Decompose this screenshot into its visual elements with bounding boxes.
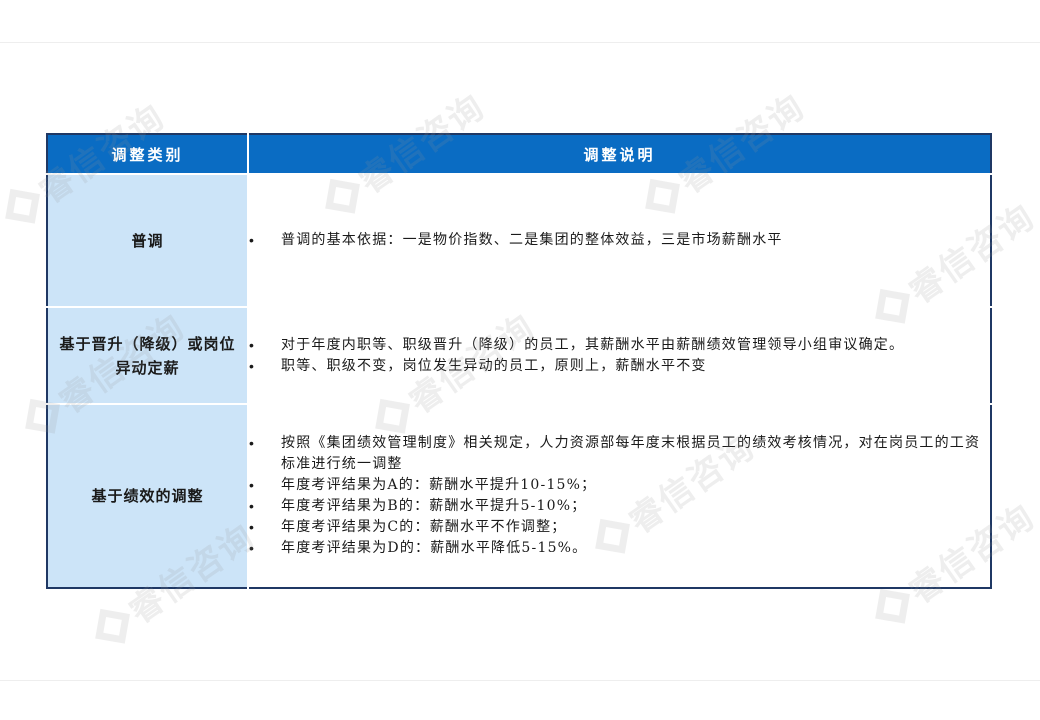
list-item: • 年度考评结果为D的：薪酬水平降低5-15%。 (249, 538, 990, 559)
category-label: 普调 (131, 231, 164, 250)
description-cell: • 按照《集团绩效管理制度》相关规定，人力资源部每年度末根据员工的绩效考核情况，对… (248, 404, 991, 588)
watermark-logo-icon (94, 608, 130, 644)
description-cell: • 对于年度内职等、职级晋升（降级）的员工，其薪酬水平由薪酬绩效管理领导小组审议确… (248, 307, 991, 405)
bullet-list: • 按照《集团绩效管理制度》相关规定，人力资源部每年度末根据员工的绩效考核情况，对… (249, 433, 990, 559)
bullet-icon: • (249, 477, 256, 493)
list-item-text: 普调的基本依据：一是物价指数、二是集团的整体效益，三是市场薪酬水平 (281, 232, 783, 248)
category-label: 基于绩效的调整 (91, 487, 204, 505)
table-row: 基于晋升（降级）或岗位异动定薪 • 对于年度内职等、职级晋升（降级）的员工，其薪酬… (47, 307, 991, 405)
list-item-text: 年度考评结果为C的：薪酬水平不作调整； (281, 519, 567, 535)
bullet-list: • 普调的基本依据：一是物价指数、二是集团的整体效益，三是市场薪酬水平 (249, 230, 990, 251)
list-item: • 职等、职级不变，岗位发生异动的员工，原则上，薪酬水平不变 (249, 356, 990, 377)
list-item-text: 年度考评结果为B的：薪酬水平提升5-10%； (281, 498, 587, 514)
list-item: • 按照《集团绩效管理制度》相关规定，人力资源部每年度末根据员工的绩效考核情况，对… (249, 433, 990, 475)
salary-adjustment-table: 调整类别 调整说明 普调 • 普调的基本依据：一是物价指数、二是集团的整体效益，三… (46, 133, 992, 589)
list-item-text: 年度考评结果为D的：薪酬水平降低5-15%。 (281, 540, 588, 556)
list-item: • 年度考评结果为C的：薪酬水平不作调整； (249, 517, 990, 538)
category-cell: 基于晋升（降级）或岗位异动定薪 (47, 307, 249, 405)
list-item-text: 职等、职级不变，岗位发生异动的员工，原则上，薪酬水平不变 (281, 357, 707, 374)
table-row: 基于绩效的调整 • 按照《集团绩效管理制度》相关规定，人力资源部每年度末根据员工的… (47, 404, 991, 588)
list-item: • 年度考评结果为B的：薪酬水平提升5-10%； (249, 496, 990, 517)
watermark-logo-icon (4, 188, 40, 224)
bullet-icon: • (249, 357, 256, 374)
list-item-text: 对于年度内职等、职级晋升（降级）的员工，其薪酬水平由薪酬绩效管理领导小组审议确定… (281, 336, 905, 353)
bullet-list: • 对于年度内职等、职级晋升（降级）的员工，其薪酬水平由薪酬绩效管理领导小组审议确… (249, 335, 990, 377)
bullet-icon: • (249, 540, 256, 556)
header-category: 调整类别 (47, 134, 249, 175)
bottom-divider (0, 680, 1040, 681)
list-item: • 普调的基本依据：一是物价指数、二是集团的整体效益，三是市场薪酬水平 (249, 230, 990, 251)
header-description: 调整说明 (248, 134, 991, 175)
bullet-icon: • (249, 498, 256, 514)
list-item: • 年度考评结果为A的：薪酬水平提升10-15%； (249, 475, 990, 496)
bullet-icon: • (249, 435, 256, 451)
bullet-icon: • (249, 336, 256, 353)
category-cell: 普调 (47, 174, 249, 308)
table-row: 普调 • 普调的基本依据：一是物价指数、二是集团的整体效益，三是市场薪酬水平 (47, 174, 991, 308)
watermark-logo-icon (874, 588, 910, 624)
bullet-icon: • (249, 519, 256, 535)
list-item-text: 按照《集团绩效管理制度》相关规定，人力资源部每年度末根据员工的绩效考核情况，对在… (281, 435, 981, 472)
table-header-row: 调整类别 调整说明 (47, 134, 991, 175)
description-cell: • 普调的基本依据：一是物价指数、二是集团的整体效益，三是市场薪酬水平 (248, 174, 991, 308)
category-label: 基于晋升（降级）或岗位异动定薪 (59, 334, 236, 377)
top-divider (0, 42, 1040, 43)
category-cell: 基于绩效的调整 (47, 404, 249, 588)
bullet-icon: • (249, 232, 256, 248)
list-item: • 对于年度内职等、职级晋升（降级）的员工，其薪酬水平由薪酬绩效管理领导小组审议确… (249, 335, 990, 356)
list-item-text: 年度考评结果为A的：薪酬水平提升10-15%； (281, 477, 597, 493)
